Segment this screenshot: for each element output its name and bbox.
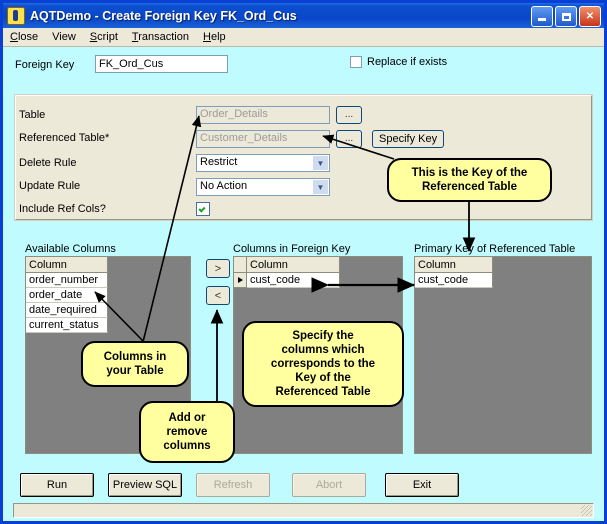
list-item[interactable]: current_status	[26, 318, 190, 333]
update-rule-select[interactable]: No Action ▼	[196, 178, 330, 196]
list-item[interactable]: order_date	[26, 288, 190, 303]
exit-button[interactable]: Exit	[385, 473, 459, 497]
callout-columns-in-your-table: Columns in your Table	[81, 341, 189, 387]
available-column-cell: order_number	[26, 273, 108, 288]
grid-header: Column	[415, 257, 591, 273]
status-bar	[13, 503, 594, 518]
menu-label-close-rest: lose	[17, 31, 39, 43]
close-button[interactable]: ✕	[579, 6, 601, 27]
window-controls: ✕	[531, 6, 601, 27]
refresh-button: Refresh	[196, 473, 270, 497]
primary-key-grid[interactable]: Column cust_code	[414, 256, 592, 454]
callout-key-of-ref-table-text: This is the Key of the Referenced Table	[411, 167, 528, 193]
columns-in-foreign-key-title: Columns in Foreign Key	[233, 243, 351, 255]
table-row[interactable]: cust_code	[415, 273, 591, 288]
update-rule-value: No Action	[200, 180, 248, 192]
table-browse-button[interactable]: ...	[336, 106, 362, 124]
row-marker-icon	[237, 277, 243, 283]
callout-columns-in-your-table-text: Columns in your Table	[103, 351, 167, 377]
remove-column-button[interactable]: <	[206, 286, 230, 305]
maximize-icon	[561, 12, 571, 21]
callout-key-of-ref-table: This is the Key of the Referenced Table	[387, 158, 552, 202]
available-column-header: Column	[26, 257, 108, 273]
menu-item-script[interactable]: Script	[83, 30, 125, 44]
menu-label-view: View	[52, 31, 76, 43]
available-column-cell: current_status	[26, 318, 108, 333]
update-rule-label: Update Rule	[19, 180, 81, 192]
menu-bar: Close View Script Transaction Help	[3, 28, 604, 47]
pk-column-header: Column	[415, 257, 493, 273]
add-column-button[interactable]: >	[206, 259, 230, 278]
pk-column-cell: cust_code	[415, 273, 493, 288]
menu-item-transaction[interactable]: Transaction	[125, 30, 196, 44]
delete-rule-value: Restrict	[200, 156, 238, 168]
delete-rule-label: Delete Rule	[19, 157, 77, 169]
fk-column-cell: cust_code	[247, 273, 340, 288]
foreign-key-input[interactable]	[95, 55, 228, 73]
callout-specify-columns-text: Specify the columns which corresponds to t…	[270, 330, 376, 398]
referenced-table-label: Referenced Table*	[19, 132, 110, 144]
minimize-icon	[538, 18, 546, 21]
row-selector-header	[234, 257, 247, 273]
menu-item-help[interactable]: Help	[196, 30, 233, 44]
list-item[interactable]: date_required	[26, 303, 190, 318]
grid-header: Column	[234, 257, 402, 273]
menu-label-help-rest: elp	[210, 31, 226, 43]
menu-label-transaction-rest: ransaction	[138, 31, 189, 43]
primary-key-title: Primary Key of Referenced Table	[414, 243, 576, 255]
include-ref-cols-label: Include Ref Cols?	[19, 203, 106, 215]
window-title: AQTDemo - Create Foreign Key FK_Ord_Cus	[30, 8, 297, 23]
available-column-cell: order_date	[26, 288, 108, 303]
include-ref-cols-checkbox[interactable]	[196, 202, 210, 216]
app-icon	[7, 6, 25, 25]
table-field: Order_Details	[196, 106, 330, 124]
available-column-cell: date_required	[26, 303, 108, 318]
abort-button: Abort	[292, 473, 366, 497]
preview-sql-button[interactable]: Preview SQL	[108, 473, 182, 497]
run-button[interactable]: Run	[20, 473, 94, 497]
list-item[interactable]: order_number	[26, 273, 190, 288]
app-window: AQTDemo - Create Foreign Key FK_Ord_Cus …	[0, 0, 607, 524]
callout-add-remove-columns-text: Add or remove columns	[163, 412, 211, 452]
referenced-table-browse-button[interactable]: ...	[336, 130, 362, 148]
replace-if-exists-label: Replace if exists	[367, 56, 448, 68]
grid-header: Column	[26, 257, 190, 273]
maximize-button[interactable]	[555, 6, 577, 27]
menu-item-close[interactable]: Close	[3, 30, 45, 44]
minimize-button[interactable]	[531, 6, 553, 27]
row-selector[interactable]	[234, 273, 247, 288]
menu-item-view[interactable]: View	[45, 30, 83, 44]
available-columns-title: Available Columns	[25, 243, 116, 255]
callout-add-remove-columns: Add or remove columns	[139, 401, 235, 463]
fk-column-header: Column	[247, 257, 340, 273]
menu-label-script-rest: cript	[97, 31, 118, 43]
table-label: Table	[19, 109, 46, 121]
close-icon: ✕	[585, 10, 595, 22]
chevron-down-icon[interactable]: ▼	[313, 180, 328, 194]
foreign-key-row: Foreign Key Replace if exists	[3, 47, 604, 91]
foreign-key-label: Foreign Key	[15, 59, 75, 71]
title-bar[interactable]: AQTDemo - Create Foreign Key FK_Ord_Cus …	[3, 3, 604, 28]
delete-rule-select[interactable]: Restrict ▼	[196, 154, 330, 172]
replace-if-exists-row[interactable]: Replace if exists	[350, 56, 447, 68]
replace-if-exists-checkbox[interactable]	[350, 56, 362, 68]
resize-grip-icon[interactable]	[581, 505, 592, 516]
specify-key-button[interactable]: Specify Key	[372, 130, 445, 148]
referenced-table-field: Customer_Details	[196, 130, 330, 148]
table-row[interactable]: cust_code	[234, 273, 402, 288]
chevron-down-icon[interactable]: ▼	[313, 156, 328, 170]
callout-specify-columns: Specify the columns which corresponds to t…	[242, 321, 404, 407]
